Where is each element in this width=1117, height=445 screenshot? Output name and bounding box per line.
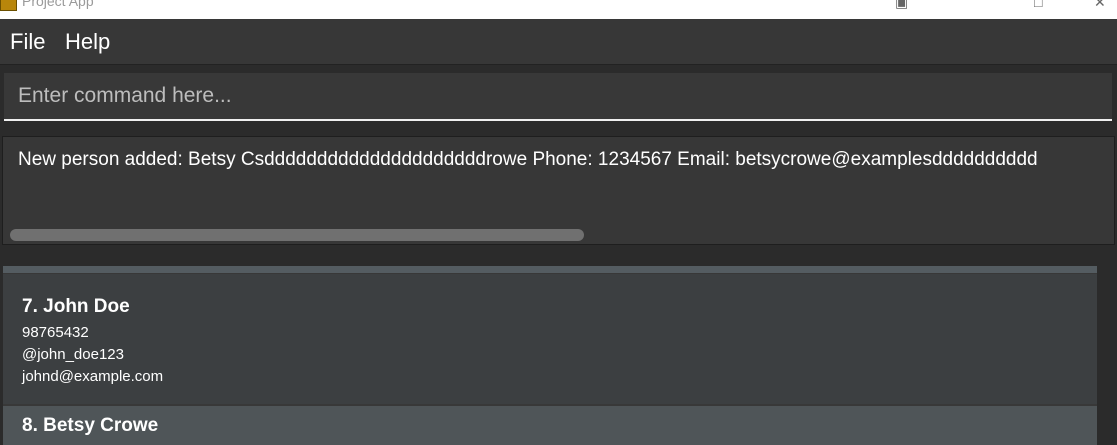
app-icon bbox=[0, 0, 17, 11]
close-icon[interactable]: ✕ bbox=[1094, 0, 1106, 11]
person-email: johnd@example.com bbox=[22, 368, 164, 385]
horizontal-scrollbar[interactable] bbox=[10, 229, 584, 241]
person-name-text: John Doe bbox=[43, 296, 130, 317]
result-display: New person added: Betsy Csdddddddddddddd… bbox=[2, 136, 1115, 245]
window-tool-icon[interactable]: ▣ bbox=[895, 0, 908, 11]
menu-bar: File Help bbox=[0, 19, 1117, 65]
command-input[interactable] bbox=[4, 73, 1112, 121]
person-card[interactable]: 7. John Doe 98765432 @john_doe123 johnd@… bbox=[3, 274, 1097, 404]
person-handle: @john_doe123 bbox=[22, 346, 124, 363]
person-index: 8. bbox=[22, 415, 38, 436]
title-bar: Project App ▣ □ ✕ bbox=[0, 0, 1117, 19]
menu-help[interactable]: Help bbox=[65, 29, 110, 55]
result-text: New person added: Betsy Csdddddddddddddd… bbox=[18, 149, 1038, 170]
list-divider bbox=[3, 266, 1097, 273]
person-phone: 98765432 bbox=[22, 324, 89, 341]
menu-file[interactable]: File bbox=[10, 29, 45, 55]
maximize-icon[interactable]: □ bbox=[1034, 0, 1042, 10]
person-index: 7. bbox=[22, 296, 38, 317]
person-name-text: Betsy Crowe bbox=[43, 415, 159, 436]
person-name: 8. Betsy Crowe bbox=[22, 415, 158, 437]
person-card-selected[interactable]: 8. Betsy Crowe bbox=[3, 406, 1097, 445]
window-title: Project App bbox=[22, 0, 94, 9]
person-list[interactable]: 7. John Doe 98765432 @john_doe123 johnd@… bbox=[3, 266, 1097, 445]
command-box bbox=[0, 65, 1117, 133]
person-name: 7. John Doe bbox=[22, 296, 130, 318]
